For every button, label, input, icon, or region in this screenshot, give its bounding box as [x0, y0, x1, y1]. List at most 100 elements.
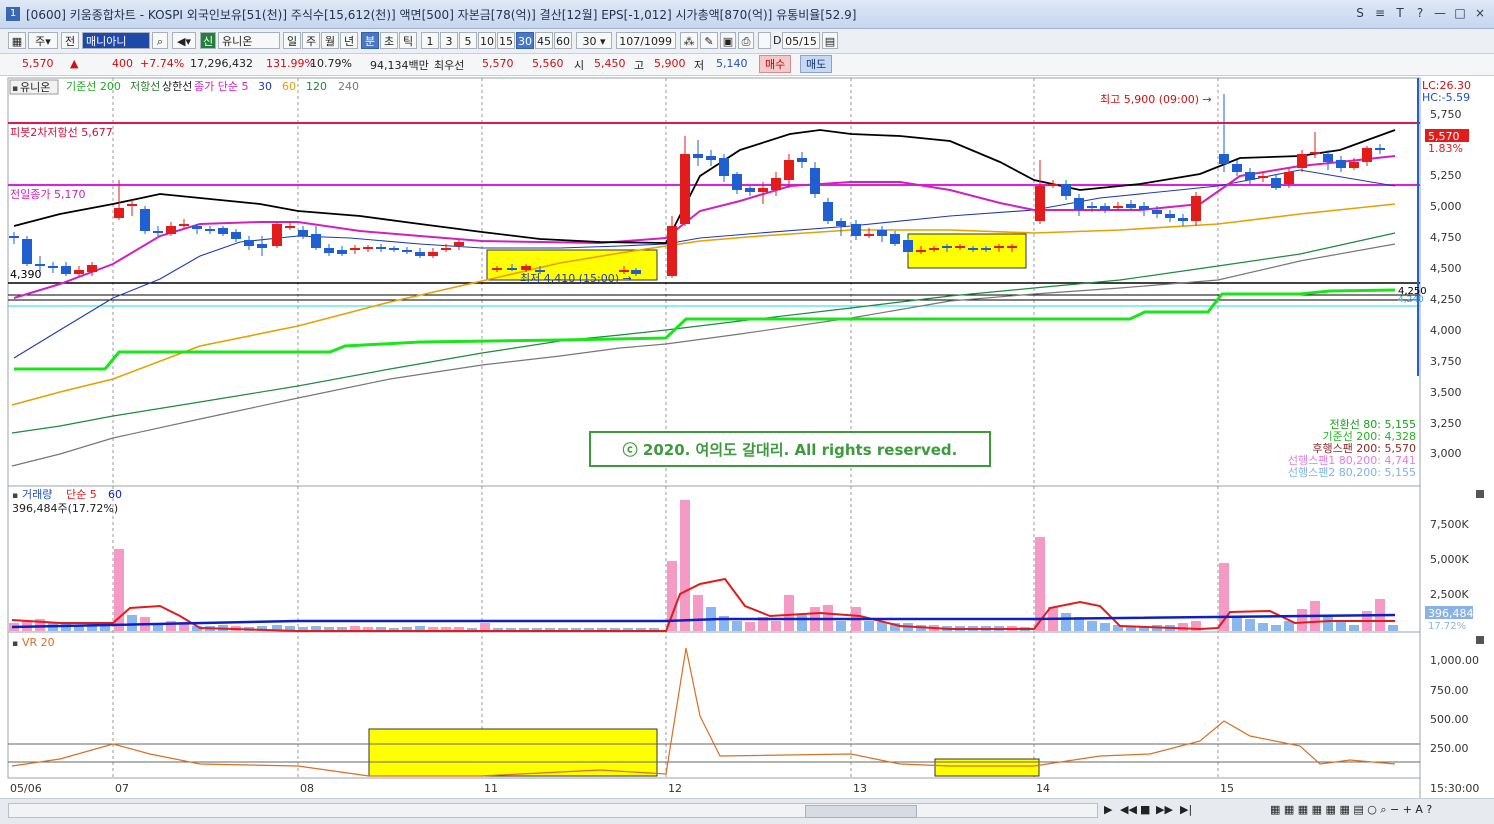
chart-tool-icons[interactable]: ▦ ▦ ▦ ▦ ▦ ▦ ▤ ○ ⌕ − + A ? — [1270, 803, 1432, 817]
candle-body — [87, 265, 97, 272]
stock-name-field[interactable]: 유니온 — [218, 32, 280, 49]
volume-y-axis: 7,500K 5,000K 2,500K — [1430, 518, 1469, 601]
scroll-thumb[interactable] — [805, 805, 917, 818]
rewind-icon[interactable]: ◀◀ — [1120, 803, 1137, 816]
period-week[interactable]: 주 — [302, 32, 320, 49]
candle-body — [693, 154, 703, 158]
close-icon[interactable]: × — [1472, 5, 1488, 21]
scroll-right-icon[interactable]: ▶ — [1104, 803, 1112, 816]
interval-10[interactable]: 10 — [478, 32, 496, 49]
prev-close-label: 전일종가 5,170 — [10, 187, 85, 201]
play-icon[interactable]: ▶▶ — [1156, 803, 1173, 816]
candle-body — [298, 230, 308, 236]
candle-body — [140, 209, 150, 231]
chart-area[interactable]: 5,750 5,250 5,000 4,750 4,500 4,250 4,00… — [0, 76, 1494, 798]
interval-15[interactable]: 15 — [497, 32, 515, 49]
candle-body — [1375, 148, 1385, 150]
interval-1[interactable]: 1 — [421, 32, 439, 49]
candle-body — [324, 248, 334, 253]
high-price: 5,900 — [654, 57, 686, 70]
search-input[interactable]: 매니아니 — [82, 32, 150, 49]
candle-body — [1139, 206, 1149, 210]
d-checkbox[interactable] — [758, 32, 771, 49]
maximize-icon[interactable]: □ — [1452, 5, 1468, 21]
interval-select[interactable]: 30 ▾ — [576, 32, 612, 49]
low-annotation: 최저 4,410 (15:00) → — [520, 272, 632, 285]
horizontal-scrollbar[interactable] — [8, 803, 1098, 818]
interval-45[interactable]: 45 — [535, 32, 553, 49]
period-tick[interactable]: 틱 — [399, 32, 417, 49]
candle-body — [955, 246, 965, 248]
font-icon[interactable]: T — [1392, 5, 1408, 21]
sell-button[interactable]: 매도 — [800, 55, 833, 73]
vr-tick-750: 750.00 — [1430, 684, 1469, 697]
d-label: D — [773, 34, 782, 47]
jeon-button[interactable]: 전 — [61, 32, 79, 49]
candle-body — [350, 248, 360, 250]
hc-value: HC:-5.59 — [1422, 91, 1470, 104]
tool-icon[interactable]: ✎ — [700, 32, 718, 49]
candle-body — [231, 232, 241, 239]
period-minute[interactable]: 분 — [361, 32, 379, 49]
menu-icon[interactable]: ≡ — [1372, 5, 1388, 21]
minimize-icon[interactable]: — — [1432, 5, 1448, 21]
layout-icon[interactable]: ▦ — [8, 32, 26, 49]
volume-panel-icon[interactable]: ▪ — [12, 491, 18, 501]
period-day[interactable]: 일 — [283, 32, 301, 49]
print-icon[interactable]: ⎙ — [738, 32, 754, 49]
app-number-icon: 1 — [6, 7, 20, 21]
volume-bar — [693, 595, 703, 631]
date-field[interactable]: 05/15 — [782, 32, 820, 49]
vr-y-axis: 1,000.00 750.00 500.00 250.00 — [1430, 654, 1479, 755]
buy-button[interactable]: 매수 — [759, 55, 792, 73]
panel-menu-icon[interactable]: ▪ — [12, 84, 18, 94]
candle-body — [9, 236, 19, 238]
x-axis-labels: 05/06 07 08 11 12 13 14 15 15:30:00 — [10, 782, 1479, 795]
period-year[interactable]: 년 — [340, 32, 358, 49]
stop-icon[interactable]: ■ — [1140, 803, 1150, 816]
vr-panel-close-icon[interactable] — [1476, 636, 1484, 644]
help-icon[interactable]: ? — [1412, 5, 1428, 21]
screen-s-icon[interactable]: S — [1352, 5, 1368, 21]
candle-body — [706, 156, 716, 160]
interval-60[interactable]: 60 — [554, 32, 572, 49]
search-icon[interactable]: ⌕ — [152, 32, 168, 49]
volume-panel-close-icon[interactable] — [1476, 490, 1484, 498]
candle-body — [428, 252, 438, 256]
low-label: 저 — [694, 59, 705, 72]
step-end-icon[interactable]: ▶| — [1180, 803, 1192, 816]
candle-body — [192, 226, 202, 229]
candle-body — [758, 188, 768, 192]
period-second[interactable]: 초 — [380, 32, 398, 49]
indicator-icon[interactable]: ⁂ — [680, 32, 698, 49]
x-label-12: 12 — [668, 782, 682, 795]
save-icon[interactable]: ▣ — [720, 32, 736, 49]
watermark-text: ⓒ 2020. 여의도 갈대리. All rights reserved. — [623, 441, 958, 459]
volume-bar — [771, 621, 781, 631]
candle-body — [823, 202, 833, 221]
vr-panel-frame — [7, 631, 1421, 779]
candle-body — [1152, 210, 1162, 214]
interval-30[interactable]: 30 — [516, 32, 534, 49]
vr-panel-icon[interactable]: ▪ — [12, 639, 18, 649]
open-price: 5,450 — [594, 57, 626, 70]
sound-icon[interactable]: ◀▾ — [172, 32, 196, 49]
volume-value: 17,296,432 — [190, 57, 253, 70]
indicator-legend-item: 240 — [338, 80, 359, 93]
interval-5[interactable]: 5 — [459, 32, 477, 49]
count-field[interactable]: 107/1099 — [616, 32, 676, 49]
price-y-axis: 5,750 5,250 5,000 4,750 4,500 4,250 4,00… — [1430, 108, 1462, 460]
y-tick-3250: 3,250 — [1430, 417, 1462, 430]
candle-body — [745, 188, 755, 192]
interval-3[interactable]: 3 — [440, 32, 458, 49]
vol-tick-5000: 5,000K — [1430, 553, 1469, 566]
vol-tick-7500: 7,500K — [1430, 518, 1469, 531]
type-select[interactable]: 주▾ — [28, 32, 58, 49]
calendar-icon[interactable]: ▤ — [822, 32, 838, 49]
period-month[interactable]: 월 — [321, 32, 339, 49]
y-tick-4500: 4,500 — [1430, 262, 1462, 275]
candle-body — [1362, 148, 1372, 162]
chart-canvas[interactable]: 5,750 5,250 5,000 4,750 4,500 4,250 4,00… — [0, 76, 1494, 798]
candle-body — [1284, 172, 1294, 184]
candle-body — [942, 246, 952, 248]
